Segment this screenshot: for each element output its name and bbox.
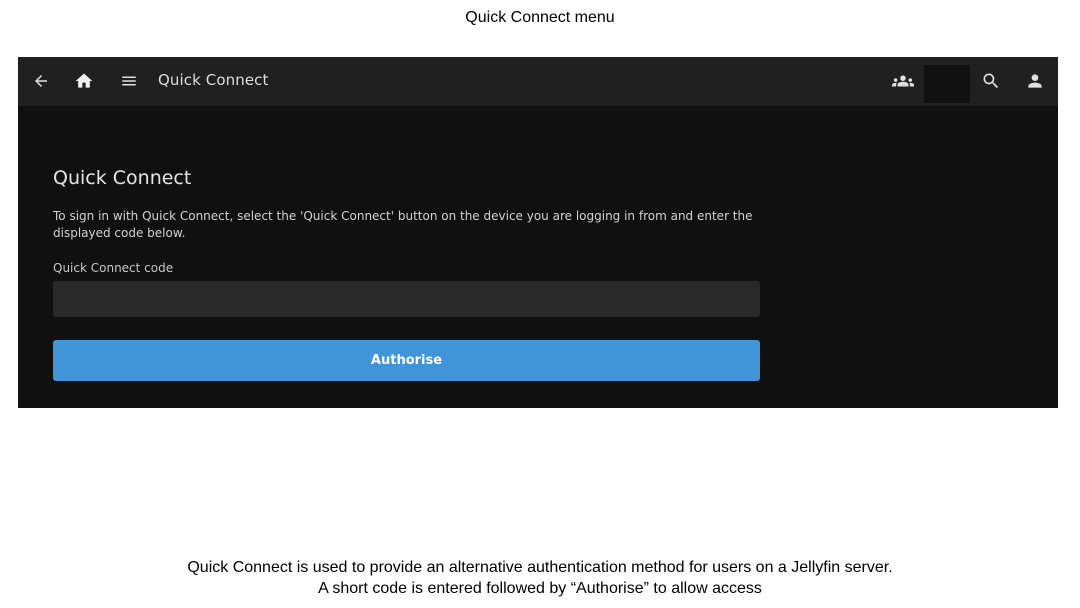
app-header: Quick Connect bbox=[18, 57, 1058, 106]
home-icon[interactable] bbox=[70, 67, 98, 95]
cast-slot[interactable] bbox=[924, 65, 970, 103]
slide-title: Quick Connect menu bbox=[465, 9, 615, 26]
group-users-icon[interactable] bbox=[889, 67, 917, 95]
quick-connect-page: Quick Connect To sign in with Quick Conn… bbox=[18, 106, 1058, 408]
header-title: Quick Connect bbox=[158, 71, 269, 89]
slide-caption: Quick Connect is used to provide an alte… bbox=[0, 557, 1080, 599]
hamburger-menu-icon[interactable] bbox=[115, 67, 143, 95]
page-title: Quick Connect bbox=[53, 167, 192, 189]
quick-connect-code-label: Quick Connect code bbox=[53, 261, 174, 275]
quick-connect-code-input[interactable] bbox=[53, 281, 760, 317]
user-icon[interactable] bbox=[1021, 67, 1049, 95]
authorise-button[interactable]: Authorise bbox=[53, 340, 760, 381]
back-arrow-icon[interactable] bbox=[27, 67, 55, 95]
caption-line-2: A short code is entered followed by “Aut… bbox=[318, 580, 762, 597]
caption-line-1: Quick Connect is used to provide an alte… bbox=[187, 559, 893, 576]
instructions-text: To sign in with Quick Connect, select th… bbox=[53, 209, 753, 240]
search-icon[interactable] bbox=[977, 67, 1005, 95]
app-window: Quick Connect Quick Connect To sign in w… bbox=[18, 57, 1062, 408]
